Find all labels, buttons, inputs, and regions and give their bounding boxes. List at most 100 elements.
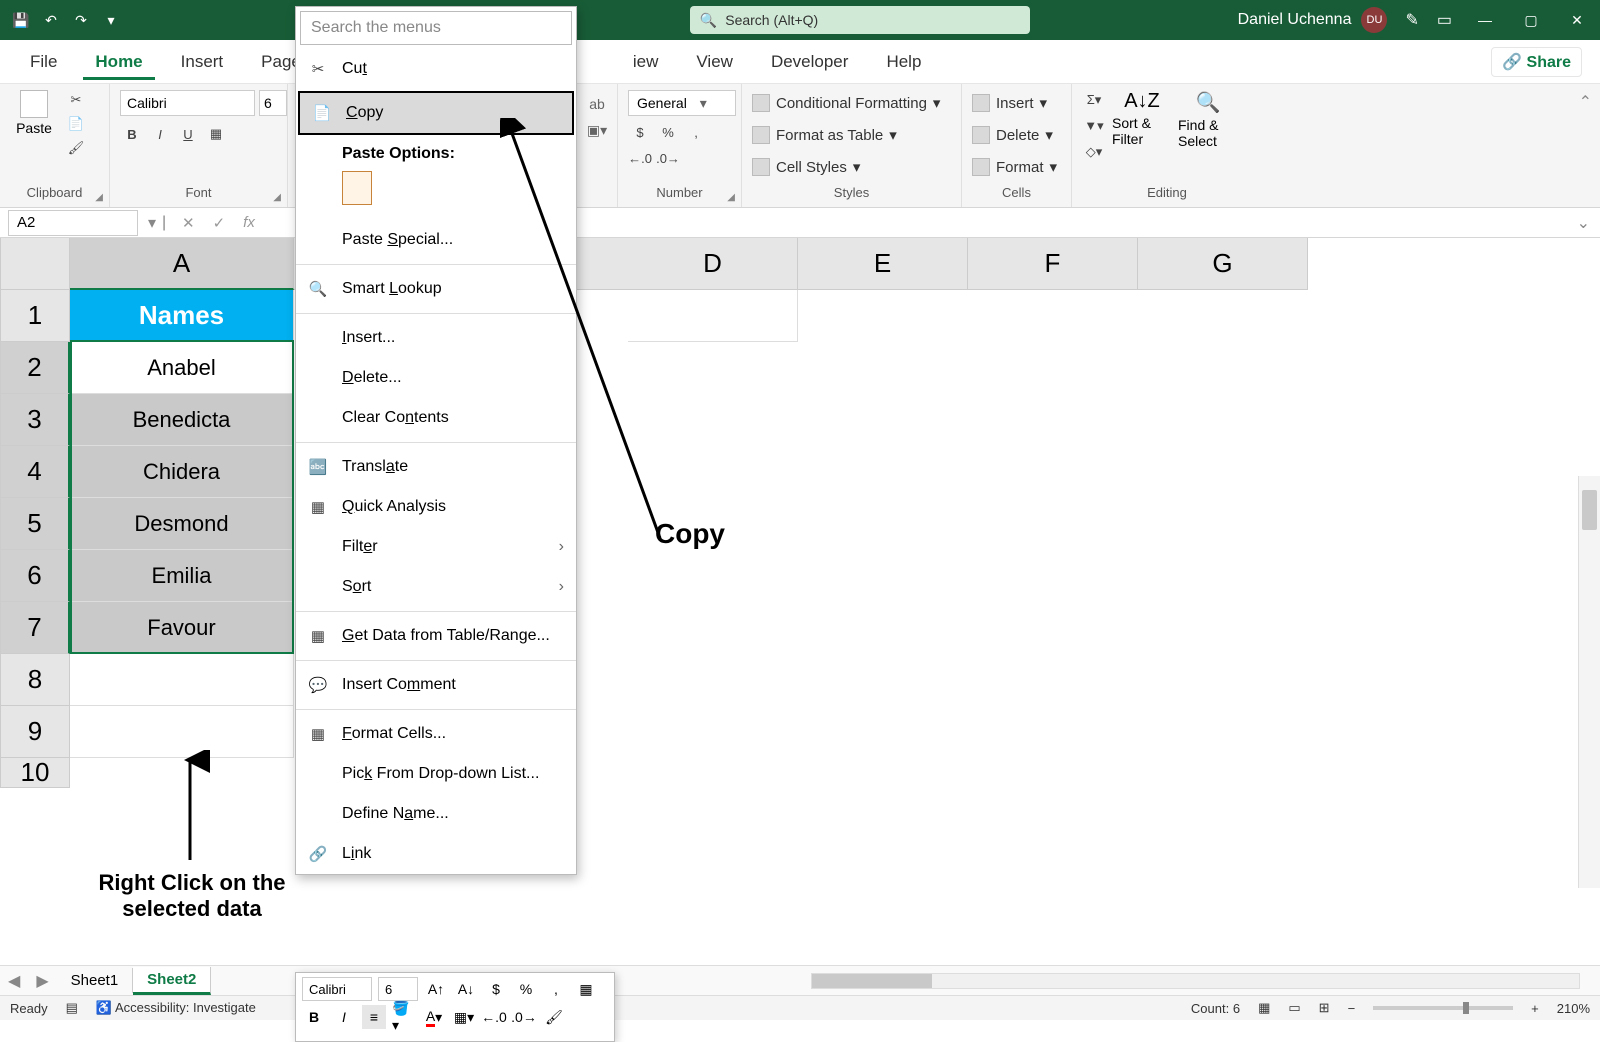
ribbon-collapse-icon[interactable]: ⌃ — [1571, 84, 1600, 207]
mini-fill-color-button[interactable]: 🪣▾ — [392, 1005, 416, 1029]
context-menu-search[interactable]: Search the menus — [300, 11, 572, 45]
expand-formula-bar-icon[interactable]: ⌄ — [1567, 213, 1600, 233]
mini-dec-decimal-button[interactable]: .0→ — [512, 1005, 536, 1029]
row-head[interactable]: 6 — [0, 550, 70, 602]
cell-a5[interactable]: Desmond — [70, 498, 294, 550]
pen-icon[interactable]: ✎ — [1405, 10, 1418, 30]
row-head[interactable]: 5 — [0, 498, 70, 550]
redo-icon[interactable]: ↷ — [70, 9, 92, 31]
zoom-out-icon[interactable]: − — [1348, 1001, 1356, 1016]
row-head[interactable]: 4 — [0, 446, 70, 498]
tab-developer[interactable]: Developer — [759, 44, 861, 80]
undo-icon[interactable]: ↶ — [40, 9, 62, 31]
wrap-text-icon[interactable]: ab — [589, 96, 605, 112]
name-box[interactable]: A2 — [8, 210, 138, 236]
cell-a3[interactable]: Benedicta — [70, 394, 294, 446]
cancel-formula-icon[interactable]: ✕ — [182, 214, 195, 232]
delete-cells-button[interactable]: Delete ▾ — [972, 122, 1053, 148]
font-name-combo[interactable]: Calibri — [120, 90, 255, 116]
row-head[interactable]: 3 — [0, 394, 70, 446]
cell-a8[interactable] — [70, 654, 294, 706]
tab-file[interactable]: File — [18, 44, 69, 80]
comma-button[interactable]: , — [684, 122, 708, 142]
name-box-dropdown-icon[interactable]: ▾ — [142, 213, 162, 233]
dialog-launcher-icon[interactable]: ◢ — [95, 192, 103, 203]
underline-button[interactable]: U — [176, 124, 200, 144]
fx-icon[interactable]: fx — [243, 214, 255, 232]
row-head[interactable]: 9 — [0, 706, 70, 758]
cell-styles-button[interactable]: Cell Styles ▾ — [752, 154, 860, 180]
row-head[interactable]: 10 — [0, 758, 70, 788]
paste-button[interactable]: Paste — [10, 90, 58, 136]
select-all-corner[interactable] — [0, 238, 70, 290]
row-head[interactable]: 2 — [0, 342, 70, 394]
view-normal-icon[interactable]: ▦ — [1258, 1000, 1270, 1016]
row-head[interactable]: 7 — [0, 602, 70, 654]
ctx-insert-comment[interactable]: 💬Insert Comment — [296, 665, 576, 705]
mini-align-center-button[interactable]: ≡ — [362, 1005, 386, 1029]
dialog-launcher-icon[interactable]: ◢ — [727, 192, 735, 203]
enter-formula-icon[interactable]: ✓ — [213, 214, 226, 232]
mini-comma-button[interactable]: , — [544, 977, 568, 1001]
ctx-cut[interactable]: ✂Cut — [296, 49, 576, 89]
cell-a7[interactable]: Favour — [70, 602, 294, 654]
cell-a6[interactable]: Emilia — [70, 550, 294, 602]
mini-size-combo[interactable]: 6 — [378, 977, 418, 1001]
mini-borders-button[interactable]: ▦▾ — [452, 1005, 476, 1029]
autosum-icon[interactable]: Σ▾ — [1082, 90, 1106, 110]
cut-icon[interactable]: ✂ — [64, 90, 88, 110]
borders-button[interactable]: ▦ — [204, 124, 228, 144]
col-head-e[interactable]: E — [798, 238, 968, 290]
mini-font-color-button[interactable]: A▾ — [422, 1005, 446, 1029]
tab-view[interactable]: View — [684, 44, 745, 80]
horizontal-scrollbar[interactable] — [811, 973, 1580, 989]
search-input[interactable]: 🔍 Search (Alt+Q) — [690, 6, 1030, 34]
cell-a2[interactable]: Anabel — [70, 342, 294, 394]
share-button[interactable]: 🔗 Share — [1491, 47, 1582, 77]
minimize-button[interactable]: — — [1462, 0, 1508, 40]
decrease-font-icon[interactable]: A↓ — [454, 977, 478, 1001]
col-head-g[interactable]: G — [1138, 238, 1308, 290]
number-format-combo[interactable]: General▾ — [628, 90, 736, 116]
dialog-launcher-icon[interactable]: ◢ — [273, 192, 281, 203]
increase-font-icon[interactable]: A↑ — [424, 977, 448, 1001]
mini-currency-button[interactable]: $ — [484, 977, 508, 1001]
format-cells-button[interactable]: Format ▾ — [972, 154, 1057, 180]
ribbon-mode-icon[interactable]: ▭ — [1437, 10, 1452, 30]
mini-percent-button[interactable]: % — [514, 977, 538, 1001]
tab-review-partial[interactable]: iew — [621, 44, 671, 80]
mini-table-icon[interactable]: ▦ — [574, 977, 598, 1001]
accessibility-status[interactable]: ♿ Accessibility: Investigate — [96, 1000, 256, 1016]
col-head-a[interactable]: A — [70, 238, 294, 290]
ctx-link[interactable]: 🔗Link — [296, 834, 576, 874]
ctx-format-cells[interactable]: ▦Format Cells... — [296, 714, 576, 754]
cell-a1[interactable]: Names — [70, 290, 294, 342]
sort-filter-button[interactable]: A↓Z Sort & Filter — [1112, 90, 1172, 147]
sheet-tab-sheet2[interactable]: Sheet2 — [133, 967, 211, 995]
tab-home[interactable]: Home — [83, 44, 154, 80]
maximize-button[interactable]: ▢ — [1508, 0, 1554, 40]
sheet-tab-sheet1[interactable]: Sheet1 — [57, 968, 134, 993]
mini-font-combo[interactable]: Calibri — [302, 977, 372, 1001]
zoom-in-icon[interactable]: + — [1531, 1001, 1539, 1016]
tab-help[interactable]: Help — [874, 44, 933, 80]
avatar[interactable]: DU — [1361, 7, 1387, 33]
ctx-pick-list[interactable]: Pick From Drop-down List... — [296, 754, 576, 794]
font-size-combo[interactable]: 6 — [259, 90, 287, 116]
find-select-button[interactable]: 🔍 Find & Select — [1178, 90, 1238, 149]
conditional-formatting-button[interactable]: Conditional Formatting ▾ — [752, 90, 940, 116]
mini-italic-button[interactable]: I — [332, 1005, 356, 1029]
worksheet-grid[interactable]: A D E F G 1 2 3 4 5 6 7 8 9 10 Names Ana… — [0, 238, 1600, 938]
copy-icon[interactable]: 📄 — [64, 114, 88, 134]
ctx-sort[interactable]: Sort› — [296, 567, 576, 607]
save-icon[interactable]: 💾 — [10, 9, 32, 31]
format-painter-icon[interactable]: 🖌 — [64, 138, 88, 158]
bold-button[interactable]: B — [120, 124, 144, 144]
cell-a4[interactable]: Chidera — [70, 446, 294, 498]
user-name[interactable]: Daniel Uchenna — [1238, 11, 1352, 29]
mini-bold-button[interactable]: B — [302, 1005, 326, 1029]
stats-icon[interactable]: ▤ — [66, 1000, 78, 1016]
tab-insert[interactable]: Insert — [169, 44, 236, 80]
fill-icon[interactable]: ▼▾ — [1082, 116, 1106, 136]
view-page-break-icon[interactable]: ⊞ — [1319, 1000, 1330, 1016]
